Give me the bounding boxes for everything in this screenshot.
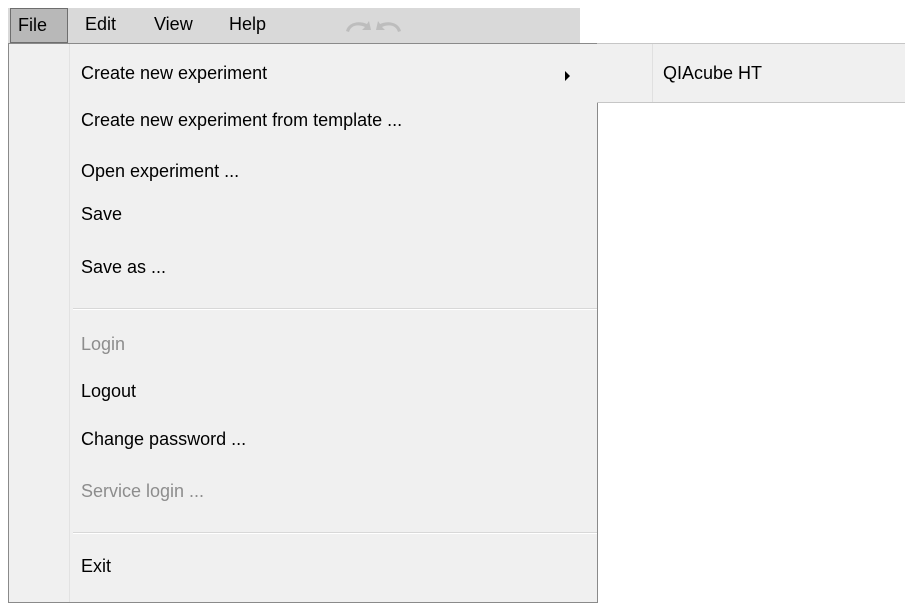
submenu-item-qiacube-ht[interactable]: QIAcube HT <box>663 62 762 84</box>
menu-bar: File Edit View Help <box>8 8 580 43</box>
submenu-arrow-icon <box>565 71 570 81</box>
undo-arrow-icon[interactable] <box>340 15 372 35</box>
menu-item-open-experiment[interactable]: Open experiment ... <box>81 160 239 182</box>
menu-separator <box>73 308 597 310</box>
menu-item-logout[interactable]: Logout <box>81 380 136 402</box>
menu-item-exit[interactable]: Exit <box>81 555 111 577</box>
menu-help[interactable]: Help <box>229 8 266 43</box>
menu-item-service-login[interactable]: Service login ... <box>81 480 204 502</box>
create-experiment-submenu: QIAcube HT <box>597 43 905 103</box>
menu-item-change-password[interactable]: Change password ... <box>81 428 246 450</box>
menu-file[interactable]: File <box>10 8 68 43</box>
menu-view[interactable]: View <box>154 8 193 43</box>
menu-item-save-as[interactable]: Save as ... <box>81 256 166 278</box>
menu-item-save[interactable]: Save <box>81 203 122 225</box>
file-menu-dropdown: Create new experiment Create new experim… <box>8 43 598 603</box>
menu-item-create-new-experiment[interactable]: Create new experiment <box>81 62 267 84</box>
menu-icon-gutter <box>9 44 70 602</box>
menu-item-create-from-template[interactable]: Create new experiment from template ... <box>81 109 402 131</box>
menu-item-login[interactable]: Login <box>81 333 125 355</box>
submenu-icon-gutter <box>597 44 653 102</box>
menu-separator <box>73 532 597 534</box>
menu-edit[interactable]: Edit <box>85 8 116 43</box>
redo-arrow-icon[interactable] <box>375 15 407 35</box>
